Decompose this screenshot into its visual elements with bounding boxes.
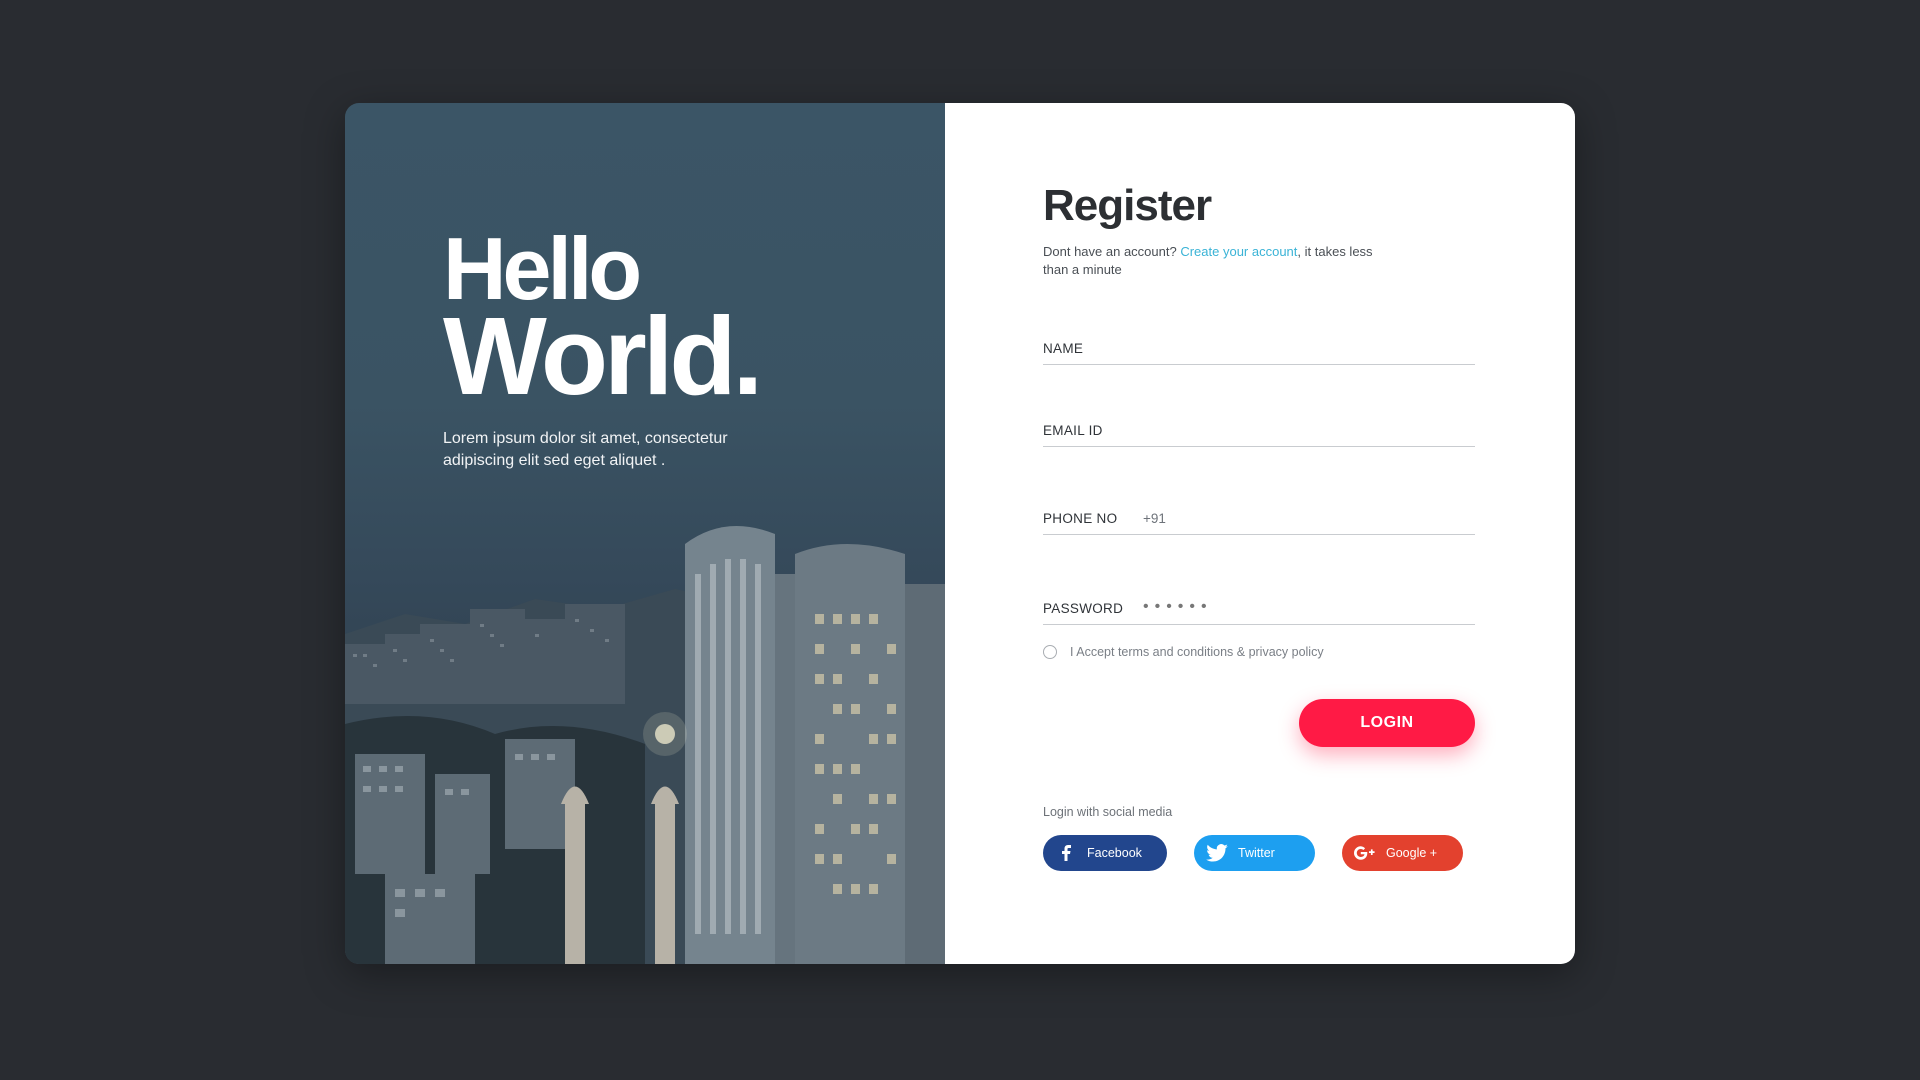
- twitter-label: Twitter: [1238, 846, 1275, 860]
- register-form-panel: Register Dont have an account? Create yo…: [945, 103, 1575, 964]
- terms-row: I Accept terms and conditions & privacy …: [1043, 645, 1475, 659]
- password-field: PASSWORD: [1043, 579, 1475, 625]
- register-card: Hello World. Lorem ipsum dolor sit amet,…: [345, 103, 1575, 964]
- create-account-link[interactable]: Create your account: [1180, 244, 1297, 259]
- facebook-button[interactable]: Facebook: [1043, 835, 1167, 871]
- google-plus-icon: [1354, 842, 1376, 864]
- city-skyline-image: [345, 526, 945, 964]
- phone-field: PHONE NO: [1043, 489, 1475, 535]
- twitter-button[interactable]: Twitter: [1194, 835, 1315, 871]
- social-buttons: Facebook Twitter Google +: [1043, 835, 1475, 871]
- hero-subtitle: Lorem ipsum dolor sit amet, consectetur …: [443, 430, 728, 470]
- terms-radio[interactable]: [1043, 645, 1057, 659]
- login-button[interactable]: LOGIN: [1299, 699, 1475, 747]
- password-input[interactable]: [1143, 598, 1475, 616]
- facebook-label: Facebook: [1087, 846, 1142, 860]
- hero-panel: Hello World. Lorem ipsum dolor sit amet,…: [345, 103, 945, 964]
- hero-text: Hello World. Lorem ipsum dolor sit amet,…: [443, 225, 773, 472]
- email-field: EMAIL ID: [1043, 401, 1475, 447]
- name-label: NAME: [1043, 341, 1084, 356]
- social-login-label: Login with social media: [1043, 805, 1173, 819]
- phone-input[interactable]: [1143, 511, 1475, 526]
- name-field: NAME: [1043, 319, 1475, 365]
- google-plus-button[interactable]: Google +: [1342, 835, 1463, 871]
- google-plus-label: Google +: [1386, 846, 1438, 860]
- password-label: PASSWORD: [1043, 601, 1124, 616]
- email-label: EMAIL ID: [1043, 423, 1103, 438]
- terms-label: I Accept terms and conditions & privacy …: [1070, 645, 1324, 659]
- form-subtitle: Dont have an account? Create your accoun…: [1043, 243, 1373, 279]
- phone-label: PHONE NO: [1043, 511, 1118, 526]
- hero-title: Hello World.: [443, 225, 773, 418]
- form-title: Register: [1043, 181, 1212, 230]
- facebook-icon: [1055, 842, 1077, 864]
- twitter-icon: [1206, 842, 1228, 864]
- hero-title-line2: World.: [443, 294, 763, 418]
- email-input[interactable]: [1143, 423, 1475, 438]
- register-form: Register Dont have an account? Create yo…: [1043, 181, 1475, 871]
- form-subtitle-prefix: Dont have an account?: [1043, 244, 1181, 259]
- name-input[interactable]: [1143, 341, 1475, 356]
- login-row: LOGIN: [1043, 699, 1475, 747]
